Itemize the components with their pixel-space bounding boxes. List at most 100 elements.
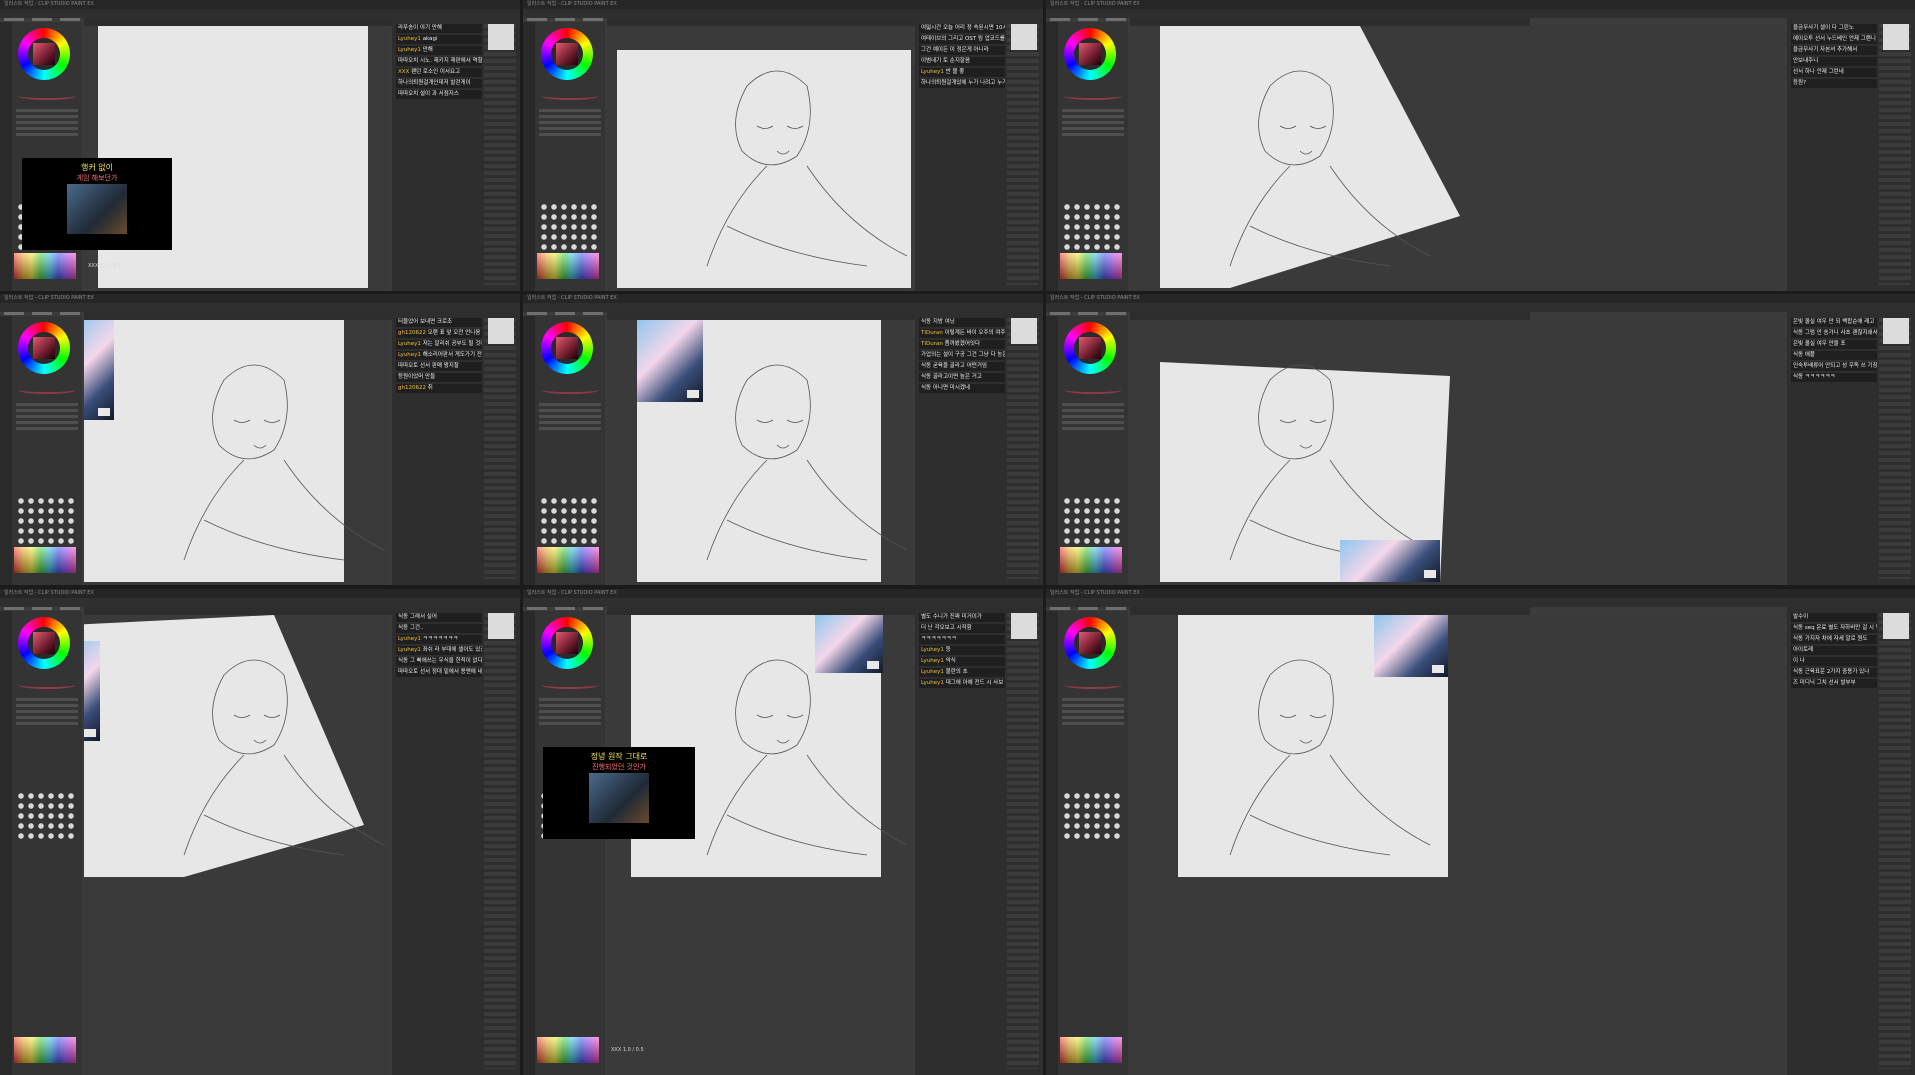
color-wheel-icon[interactable] xyxy=(541,322,593,374)
menu-item-2[interactable] xyxy=(32,607,52,610)
layer-panel[interactable] xyxy=(1007,318,1039,579)
canvas-svg[interactable] xyxy=(1130,615,1783,1075)
drawing-canvas[interactable] xyxy=(84,320,344,582)
navigator-thumbnail[interactable] xyxy=(488,24,514,50)
menu-item-3[interactable] xyxy=(60,607,80,610)
layer-panel[interactable] xyxy=(484,24,516,285)
brush-size-grid[interactable] xyxy=(16,791,78,841)
menu-item-1[interactable] xyxy=(1050,312,1070,315)
property-row[interactable] xyxy=(16,403,78,406)
color-set-palette[interactable] xyxy=(1060,1037,1122,1063)
property-row[interactable] xyxy=(16,121,78,124)
brush-size-grid[interactable] xyxy=(539,496,601,546)
brush-size-grid[interactable] xyxy=(1062,202,1124,252)
navigator-thumbnail[interactable] xyxy=(1883,24,1909,50)
color-wheel-icon[interactable] xyxy=(541,617,593,669)
navigator-thumbnail[interactable] xyxy=(488,318,514,344)
menu-item-1[interactable] xyxy=(4,18,24,21)
property-row[interactable] xyxy=(16,109,78,112)
property-row[interactable] xyxy=(16,722,78,725)
property-row[interactable] xyxy=(1062,698,1124,701)
property-row[interactable] xyxy=(1062,415,1124,418)
property-row[interactable] xyxy=(539,710,601,713)
property-row[interactable] xyxy=(539,722,601,725)
property-row[interactable] xyxy=(16,409,78,412)
property-row[interactable] xyxy=(16,716,78,719)
navigator-thumbnail[interactable] xyxy=(488,613,514,639)
property-row[interactable] xyxy=(1062,133,1124,136)
layer-panel[interactable] xyxy=(484,318,516,579)
tool-palette[interactable] xyxy=(1046,22,1058,291)
property-row[interactable] xyxy=(1062,427,1124,430)
property-row[interactable] xyxy=(16,427,78,430)
tool-palette[interactable] xyxy=(1046,316,1058,585)
property-row[interactable] xyxy=(539,716,601,719)
layer-panel[interactable] xyxy=(484,613,516,1069)
color-wheel-icon[interactable] xyxy=(18,617,70,669)
property-row[interactable] xyxy=(16,115,78,118)
menu-item-2[interactable] xyxy=(1078,312,1098,315)
property-row[interactable] xyxy=(16,698,78,701)
menu-item-1[interactable] xyxy=(4,312,24,315)
property-row[interactable] xyxy=(539,698,601,701)
tool-palette[interactable] xyxy=(0,22,12,291)
color-wheel-icon[interactable] xyxy=(1064,28,1116,80)
property-row[interactable] xyxy=(16,710,78,713)
menu-item-3[interactable] xyxy=(1106,312,1126,315)
tool-palette[interactable] xyxy=(1046,611,1058,1075)
property-row[interactable] xyxy=(1062,409,1124,412)
property-row[interactable] xyxy=(539,409,601,412)
property-row[interactable] xyxy=(539,109,601,112)
color-picker-square[interactable] xyxy=(33,337,55,359)
property-row[interactable] xyxy=(16,127,78,130)
property-row[interactable] xyxy=(16,704,78,707)
menu-item-2[interactable] xyxy=(32,312,52,315)
tool-palette[interactable] xyxy=(0,316,12,585)
layer-panel[interactable] xyxy=(1007,24,1039,285)
menu-item-3[interactable] xyxy=(583,607,603,610)
canvas-svg[interactable] xyxy=(607,615,911,1075)
tool-palette[interactable] xyxy=(523,316,535,585)
property-row[interactable] xyxy=(1062,421,1124,424)
layer-panel[interactable] xyxy=(1879,24,1911,285)
property-row[interactable] xyxy=(1062,109,1124,112)
color-set-palette[interactable] xyxy=(1060,253,1122,279)
property-row[interactable] xyxy=(1062,121,1124,124)
brush-size-grid[interactable] xyxy=(1062,791,1124,841)
layer-panel[interactable] xyxy=(1879,613,1911,1069)
tool-palette[interactable] xyxy=(523,22,535,291)
navigator-thumbnail[interactable] xyxy=(1011,613,1037,639)
navigator-thumbnail[interactable] xyxy=(1883,318,1909,344)
canvas-svg[interactable] xyxy=(84,320,388,585)
menu-item-2[interactable] xyxy=(32,18,52,21)
property-row[interactable] xyxy=(1062,716,1124,719)
navigator-thumbnail[interactable] xyxy=(1011,24,1037,50)
color-set-palette[interactable] xyxy=(14,547,76,573)
property-row[interactable] xyxy=(539,403,601,406)
tool-palette[interactable] xyxy=(0,611,12,1075)
property-row[interactable] xyxy=(1062,115,1124,118)
color-wheel-icon[interactable] xyxy=(18,28,70,80)
menu-item-2[interactable] xyxy=(555,18,575,21)
property-row[interactable] xyxy=(539,427,601,430)
color-set-palette[interactable] xyxy=(537,1037,599,1063)
color-picker-square[interactable] xyxy=(33,632,55,654)
color-picker-square[interactable] xyxy=(556,43,578,65)
color-wheel-icon[interactable] xyxy=(541,28,593,80)
menu-item-2[interactable] xyxy=(555,312,575,315)
menu-item-3[interactable] xyxy=(60,312,80,315)
color-picker-square[interactable] xyxy=(1079,632,1101,654)
property-row[interactable] xyxy=(1062,710,1124,713)
property-row[interactable] xyxy=(539,127,601,130)
layer-panel[interactable] xyxy=(1007,613,1039,1069)
property-row[interactable] xyxy=(539,704,601,707)
canvas-svg[interactable] xyxy=(84,615,388,1075)
menu-item-1[interactable] xyxy=(527,18,547,21)
color-picker-square[interactable] xyxy=(1079,337,1101,359)
property-row[interactable] xyxy=(1062,704,1124,707)
menu-item-1[interactable] xyxy=(527,312,547,315)
color-wheel-icon[interactable] xyxy=(18,322,70,374)
navigator-thumbnail[interactable] xyxy=(1883,613,1909,639)
menu-item-1[interactable] xyxy=(1050,18,1070,21)
color-set-palette[interactable] xyxy=(14,1037,76,1063)
